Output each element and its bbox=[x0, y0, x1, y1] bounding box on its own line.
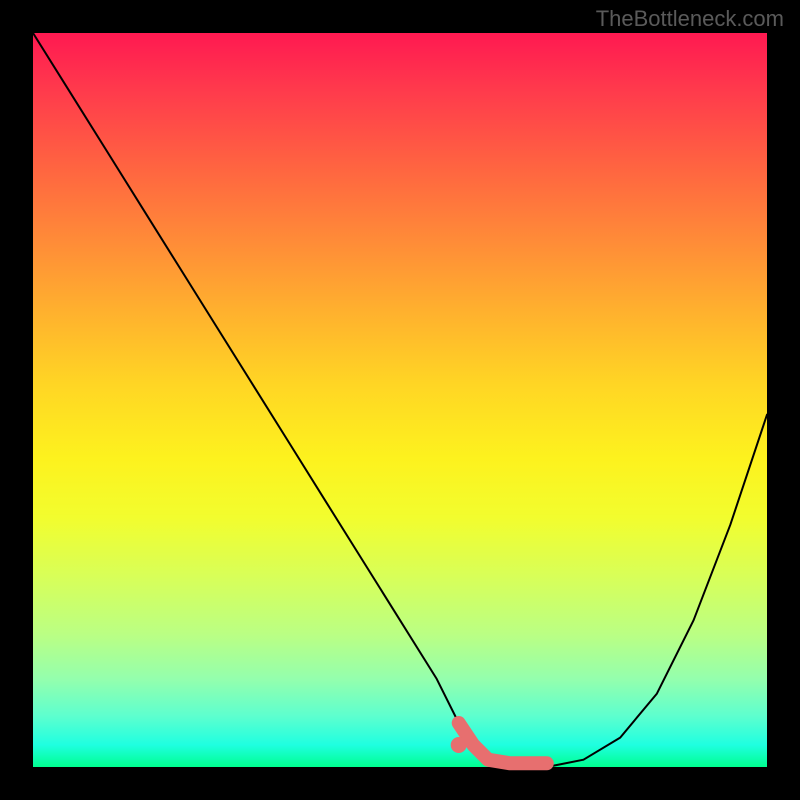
optimal-zone-highlight bbox=[459, 723, 547, 763]
optimal-zone-start-dot bbox=[451, 737, 467, 753]
bottleneck-curve-line bbox=[33, 33, 767, 767]
attribution-text: TheBottleneck.com bbox=[596, 6, 784, 32]
chart-plot-area bbox=[33, 33, 767, 767]
chart-svg bbox=[33, 33, 767, 767]
